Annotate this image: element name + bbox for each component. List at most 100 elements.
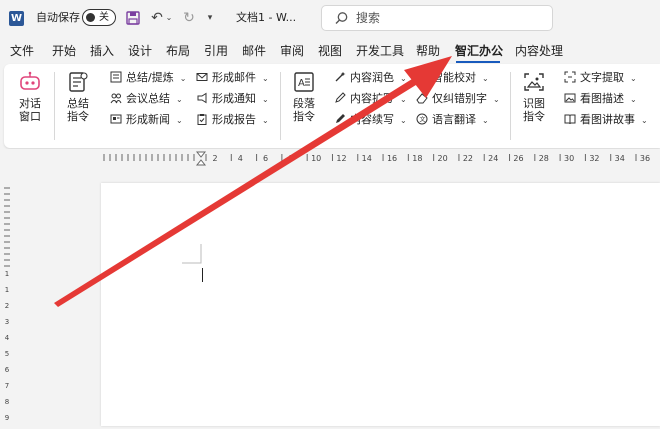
eraser-icon <box>416 93 428 104</box>
image-recognition-button[interactable]: 识图 指令 <box>514 70 554 123</box>
separator <box>510 72 511 140</box>
customize-qat-icon[interactable]: ▾ <box>204 8 216 28</box>
horizontal-ruler-scale: 2 4 6 8 10 12 14 16 18 20 22 24 26 28 30 32 34 36 <box>103 151 650 166</box>
image-scan-icon <box>524 73 544 91</box>
book-icon <box>564 114 576 125</box>
report-clipboard-icon <box>197 114 207 125</box>
text-extract-button[interactable]: 文字提取 ⌄ <box>564 70 637 86</box>
ruler-label: 6 <box>5 366 10 374</box>
svg-text:A: A <box>298 78 305 89</box>
horizontal-ruler[interactable]: 2 4 6 8 10 12 14 16 18 20 22 24 26 28 30 32 34 36 <box>0 149 660 167</box>
continue-pen-icon <box>336 114 345 123</box>
text-cursor <box>202 268 203 282</box>
vertical-ruler-scale: 1 1 2 3 4 5 6 7 8 9 <box>4 187 10 422</box>
ruler-label: 18 <box>412 154 422 163</box>
ruler-label: 1 <box>5 286 9 294</box>
ruler-label: 36 <box>640 154 650 163</box>
image-describe-button[interactable]: 看图描述 ⌄ <box>564 91 637 107</box>
indent-marker[interactable] <box>195 151 207 166</box>
image-story-button[interactable]: 看图讲故事 ⌄ <box>564 112 648 128</box>
language-translate-button[interactable]: 文语言翻译 ⌄ <box>416 112 489 128</box>
tab-content-processing[interactable]: 内容处理 <box>515 43 563 59</box>
smart-proofread-button[interactable]: 智能校对 ⌄ <box>416 70 489 86</box>
robot-chat-icon <box>20 71 40 90</box>
document-title: 文档1 - W... <box>236 11 297 24</box>
ribbon-tabs: 文件 开始 插入 设计 布局 引用 邮件 审阅 视图 开发工具 帮助 智汇办公 … <box>0 37 660 63</box>
summary-command-button[interactable]: 总结 指令 <box>58 70 98 123</box>
vertical-ruler[interactable]: 1 1 2 3 4 5 6 7 8 9 <box>0 168 14 426</box>
tab-home[interactable]: 开始 <box>52 43 76 59</box>
tab-insert[interactable]: 插入 <box>90 43 114 59</box>
ruler-label: 2 <box>212 154 217 163</box>
tab-developer[interactable]: 开发工具 <box>356 43 404 59</box>
summarize-extract-button[interactable]: 总结/提炼 ⌄ <box>110 70 186 86</box>
autosave-state: 关 <box>99 12 109 23</box>
create-email-button[interactable]: 形成邮件 ⌄ <box>196 70 269 86</box>
paragraph-command-button[interactable]: A 段落 指令 <box>284 70 324 123</box>
tab-mailings[interactable]: 邮件 <box>242 43 266 59</box>
create-news-button[interactable]: 形成新闻 ⌄ <box>110 112 183 128</box>
news-icon <box>110 114 122 124</box>
ruler-label: 1 <box>5 270 9 278</box>
ruler-label: 12 <box>336 154 346 163</box>
summary-doc-icon <box>69 72 88 92</box>
ruler-label: 3 <box>5 318 9 326</box>
dialog-window-button[interactable]: 对话 窗口 <box>10 70 50 123</box>
ruler-label: 28 <box>539 154 549 163</box>
proofread-icon <box>416 71 428 83</box>
typo-fix-button[interactable]: 仅纠错别字 ⌄ <box>416 91 500 107</box>
meeting-summary-button[interactable]: 会议总结 ⌄ <box>110 91 183 107</box>
ruler-label: 7 <box>5 382 9 390</box>
undo-dropdown-icon[interactable]: ⌄ <box>164 8 174 28</box>
toggle-knob <box>86 13 95 22</box>
ruler-label: 6 <box>263 154 268 163</box>
ruler-label: 24 <box>488 154 498 163</box>
dialog-window-label: 对话 窗口 <box>19 97 41 123</box>
tab-view[interactable]: 视图 <box>318 43 342 59</box>
tab-references[interactable]: 引用 <box>204 43 228 59</box>
create-notice-button[interactable]: 形成通知 ⌄ <box>196 91 269 107</box>
separator <box>280 72 281 140</box>
picture-icon <box>564 93 576 103</box>
content-expand-button[interactable]: 内容扩写 ⌄ <box>334 91 407 107</box>
margin-corner-mark <box>182 244 202 264</box>
ruler-label: 4 <box>5 334 10 342</box>
summary-command-label: 总结 指令 <box>67 97 89 123</box>
document-page[interactable] <box>101 183 660 426</box>
tab-help[interactable]: 帮助 <box>416 43 440 59</box>
list-doc-icon <box>110 71 122 83</box>
create-report-button[interactable]: 形成报告 ⌄ <box>196 112 269 128</box>
ruler-label: 34 <box>615 154 625 163</box>
translate-icon: 文 <box>416 113 428 125</box>
meeting-people-icon <box>110 93 122 104</box>
paragraph-icon: A <box>294 72 314 92</box>
ruler-label: 9 <box>5 414 9 422</box>
tab-file[interactable]: 文件 <box>10 43 34 59</box>
search-box[interactable]: 搜索 <box>321 5 553 31</box>
autosave-toggle[interactable]: 关 <box>82 9 116 26</box>
content-continue-button[interactable]: 内容续写 ⌄ <box>334 112 407 128</box>
ruler-label: 10 <box>311 154 321 163</box>
text-scan-icon <box>564 71 576 83</box>
ruler-label: 2 <box>5 302 9 310</box>
save-icon[interactable] <box>124 8 142 28</box>
search-placeholder: 搜索 <box>356 11 381 25</box>
tab-layout[interactable]: 布局 <box>166 43 190 59</box>
ruler-label: 26 <box>513 154 523 163</box>
ruler-label: 14 <box>362 154 372 163</box>
active-tab-indicator <box>456 61 500 63</box>
content-polish-button[interactable]: 内容润色 ⌄ <box>334 70 407 86</box>
redo-icon[interactable]: ↻ <box>180 8 198 28</box>
search-icon <box>335 12 348 24</box>
ruler-label: 5 <box>5 350 9 358</box>
ruler-label: 30 <box>564 154 574 163</box>
ruler-label: 8 <box>5 398 9 406</box>
separator <box>54 72 55 140</box>
title-bar: W 自动保存 关 ↶ ⌄ ↻ ▾ 文档1 - W... 搜索 <box>0 0 660 37</box>
tab-design[interactable]: 设计 <box>128 43 152 59</box>
ruler-label: 22 <box>463 154 473 163</box>
ribbon-panel: 对话 窗口 总结 指令 总结/提炼 ⌄ 会议总结 ⌄ 形成新闻 ⌄ 形成邮件 ⌄ 形成通… <box>4 64 660 148</box>
tab-smart-office[interactable]: 智汇办公 <box>455 43 503 59</box>
paragraph-command-label: 段落 指令 <box>293 97 315 123</box>
tab-review[interactable]: 审阅 <box>280 43 304 59</box>
